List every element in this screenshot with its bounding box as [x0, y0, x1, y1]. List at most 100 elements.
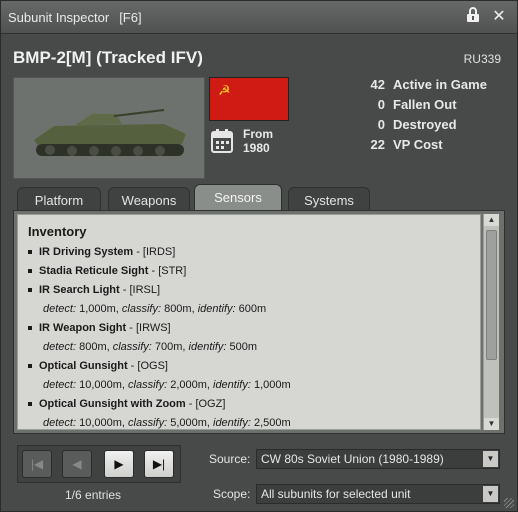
list-item: IR Weapon Sight - [IRWS] — [28, 319, 476, 338]
sensor-list: IR Driving System - [IRDS] Stadia Reticu… — [28, 243, 476, 429]
bullet — [28, 363, 32, 368]
classify-label: classify: — [121, 303, 162, 315]
inventory-title: Inventory — [28, 224, 87, 239]
identify-label: identify: — [213, 417, 251, 429]
scope-value: All subunits for selected unit — [261, 487, 411, 501]
identify-value: 500m — [226, 341, 258, 353]
stat-value: 0 — [377, 97, 385, 112]
sensor-code: - [IRSL] — [119, 284, 161, 296]
dropdown-arrow-icon[interactable]: ▼ — [483, 451, 498, 467]
detect-label: detect: — [43, 303, 77, 315]
classify-value: 700m, — [151, 341, 189, 353]
stat-value: 22 — [370, 137, 385, 152]
sensor-ranges: detect: 800m, classify: 700m, identify: … — [28, 338, 476, 357]
calendar-icon — [211, 129, 233, 153]
subunit-inspector-window: Subunit Inspector [F6] ✕ BMP-2[M] (Tracke… — [0, 0, 518, 512]
identify-value: 2,500m — [250, 417, 291, 429]
sensor-ranges: detect: 10,000m, classify: 5,000m, ident… — [28, 414, 476, 429]
unit-code: RU339 — [463, 52, 501, 66]
sensor-name: Optical Gunsight — [39, 360, 128, 372]
prev-icon[interactable]: ◀ — [62, 450, 92, 478]
stat-label: Active in Game — [393, 77, 487, 92]
detect-label: detect: — [43, 341, 77, 353]
title-bar[interactable]: Subunit Inspector [F6] ✕ — [1, 1, 517, 34]
scope-label: Scope: — [213, 487, 251, 501]
window-shortcut: [F6] — [119, 10, 142, 25]
source-value: CW 80s Soviet Union (1980-1989) — [261, 452, 444, 466]
scrollbar-thumb[interactable] — [486, 230, 497, 360]
sensor-name: IR Weapon Sight — [39, 322, 127, 334]
bullet — [28, 325, 32, 330]
service-date: From 1980 — [243, 127, 273, 155]
stat-active: 42 Active in Game — [357, 77, 507, 97]
list-item: Optical Gunsight with Zoom - [OGZ] — [28, 395, 476, 414]
sensor-code: - [OGS] — [127, 360, 168, 372]
entries-count: 1/6 entries — [65, 488, 122, 502]
list-item: Stadia Reticule Sight - [STR] — [28, 262, 476, 281]
from-label: From — [243, 127, 273, 141]
bullet — [28, 268, 32, 273]
unit-name: BMP-2[M] (Tracked IFV) — [13, 48, 203, 67]
sensor-name: IR Driving System — [39, 246, 134, 258]
bullet — [28, 401, 32, 406]
classify-value: 800m, — [161, 303, 198, 315]
list-item: IR Search Light - [IRSL] — [28, 281, 476, 300]
skip-first-icon[interactable]: |◀ — [22, 450, 52, 478]
detect-label: detect: — [43, 417, 77, 429]
stat-destroyed: 0 Destroyed — [357, 117, 507, 137]
resize-grip-icon[interactable] — [504, 498, 514, 508]
inventory-list-box: Inventory IR Driving System - [IRDS] Sta… — [17, 214, 481, 430]
classify-label: classify: — [128, 417, 168, 429]
list-item: Optical Gunsight - [OGS] — [28, 357, 476, 376]
list-item: IR Driving System - [IRDS] — [28, 243, 476, 262]
scope-select[interactable]: All subunits for selected unit ▼ — [256, 484, 500, 504]
classify-label: classify: — [128, 379, 168, 391]
classify-value: 2,000m, — [167, 379, 213, 391]
tab-systems[interactable]: Systems — [288, 187, 370, 211]
sensor-code: - [STR] — [148, 265, 187, 277]
sensor-code: - [IRDS] — [133, 246, 176, 258]
sensor-ranges: detect: 10,000m, classify: 2,000m, ident… — [28, 376, 476, 395]
skip-last-icon[interactable]: ▶| — [144, 450, 174, 478]
close-icon[interactable]: ✕ — [489, 7, 509, 27]
inventory-scrollbar[interactable]: ▲ ▼ — [483, 214, 499, 430]
classify-label: classify: — [112, 341, 152, 353]
detect-value: 1,000m, — [76, 303, 122, 315]
detect-value: 800m, — [76, 341, 113, 353]
stat-label: VP Cost — [393, 137, 443, 152]
classify-value: 5,000m, — [167, 417, 213, 429]
dropdown-arrow-icon[interactable]: ▼ — [483, 486, 498, 502]
window-title-text: Subunit Inspector — [8, 10, 110, 25]
window-title: Subunit Inspector [F6] — [8, 10, 142, 25]
lock-icon[interactable] — [463, 7, 483, 27]
source-select[interactable]: CW 80s Soviet Union (1980-1989) ▼ — [256, 449, 500, 469]
source-label: Source: — [209, 452, 251, 466]
tab-platform[interactable]: Platform — [17, 187, 101, 211]
tab-sensors[interactable]: Sensors — [194, 184, 282, 211]
from-year: 1980 — [243, 141, 270, 155]
scroll-up-icon[interactable]: ▲ — [484, 214, 499, 226]
sensor-name: Optical Gunsight with Zoom — [39, 398, 186, 410]
identify-value: 1,000m — [250, 379, 291, 391]
identify-label: identify: — [188, 341, 227, 353]
scroll-down-icon[interactable]: ▼ — [484, 418, 499, 430]
stat-label: Destroyed — [393, 117, 457, 132]
detect-value: 10,000m, — [76, 379, 129, 391]
detect-label: detect: — [43, 379, 77, 391]
sensor-ranges: detect: 1,000m, classify: 800m, identify… — [28, 300, 476, 319]
sensor-name: IR Search Light — [39, 284, 120, 296]
stat-value: 42 — [370, 77, 385, 92]
bullet — [28, 249, 32, 254]
sensors-panel: Inventory IR Driving System - [IRDS] Sta… — [13, 210, 505, 434]
vehicle-image — [13, 77, 205, 179]
identify-label: identify: — [197, 303, 236, 315]
stat-value: 0 — [377, 117, 385, 132]
bullet — [28, 287, 32, 292]
detect-value: 10,000m, — [76, 417, 129, 429]
hammer-sickle-icon: ☭ — [218, 82, 231, 98]
sensor-name: Stadia Reticule Sight — [39, 265, 149, 277]
sensor-code: - [OGZ] — [185, 398, 226, 410]
identify-label: identify: — [213, 379, 251, 391]
next-icon[interactable]: ▶ — [104, 450, 134, 478]
tab-weapons[interactable]: Weapons — [108, 187, 190, 211]
